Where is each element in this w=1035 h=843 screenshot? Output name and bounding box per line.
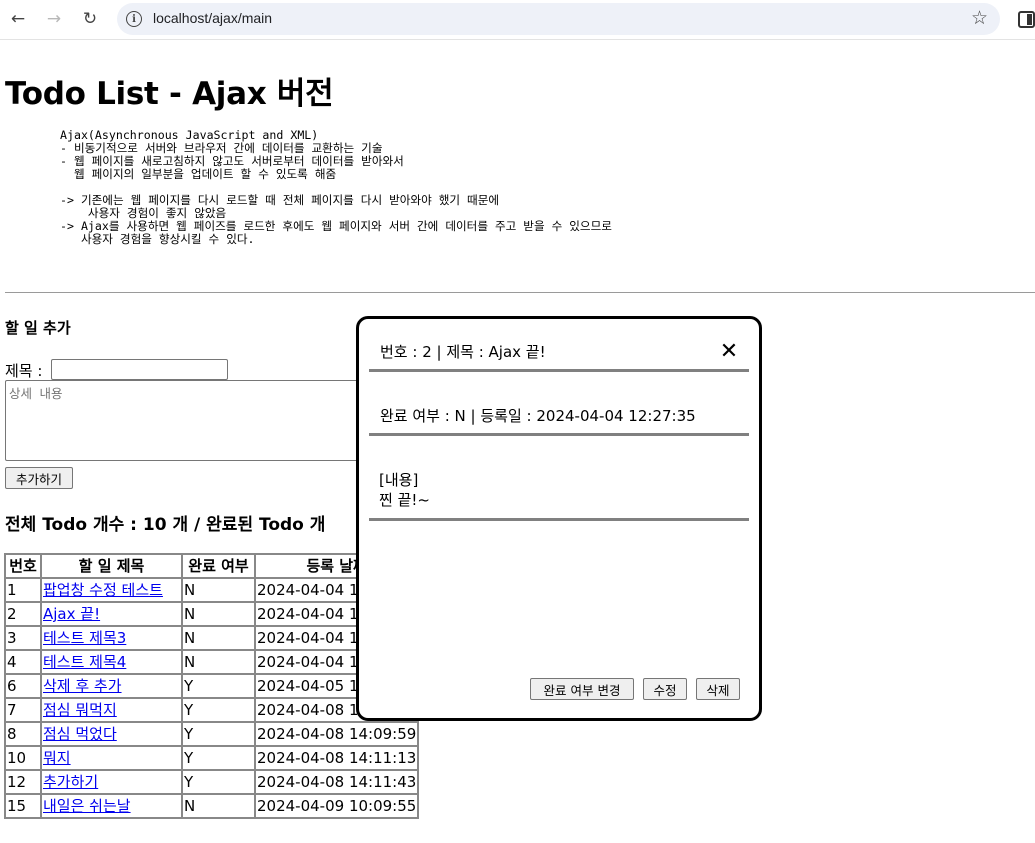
address-bar[interactable]: i localhost/ajax/main ☆ [117,3,1000,35]
add-todo-heading: 할 일 추가 [5,319,71,337]
add-todo-button[interactable]: 추가하기 [5,467,73,489]
todo-title-link[interactable]: 테스트 제목3 [43,629,126,647]
column-header-title: 할 일 제목 [41,554,182,578]
todo-title-link[interactable]: 점심 뭐먹지 [43,701,117,719]
cell-done: N [182,626,255,650]
todo-detail-popup: 번호 : 2 | 제목 : Ajax 끝! ✕ 완료 여부 : N | 등록일 … [356,316,762,721]
edit-button[interactable]: 수정 [643,678,687,700]
todo-count-summary: 전체 Todo 개수 : 10 개 / 완료된 Todo 개 [5,515,326,535]
cell-no: 2 [5,602,41,626]
todo-title-link[interactable]: 뭐지 [43,749,71,767]
todo-title-link[interactable]: 점심 먹었다 [43,725,117,743]
cell-no: 10 [5,746,41,770]
table-row: 10 뭐지 Y 2024-04-08 14:11:13 [5,746,419,770]
popup-content-text: 찐 끝!~ [379,491,430,509]
cell-no: 8 [5,722,41,746]
cell-title: 테스트 제목3 [41,626,182,650]
info-icon[interactable]: i [126,11,142,27]
table-row: 12 추가하기 Y 2024-04-08 14:11:43 [5,770,419,794]
divider [5,292,1035,293]
url-text[interactable]: localhost/ajax/main [153,10,272,26]
todo-title-link[interactable]: 내일은 쉬는날 [43,797,131,815]
cell-done: N [182,578,255,602]
todo-content-textarea[interactable] [5,380,361,461]
close-icon[interactable]: ✕ [717,339,741,364]
cell-no: 12 [5,770,41,794]
bookmark-star-icon[interactable]: ☆ [971,7,988,29]
delete-button[interactable]: 삭제 [696,678,740,700]
cell-title: 추가하기 [41,770,182,794]
todo-title-input[interactable] [51,359,228,380]
ajax-description: Ajax(Asynchronous JavaScript and XML) - … [60,128,612,246]
cell-no: 4 [5,650,41,674]
cell-done: Y [182,770,255,794]
todo-title-link[interactable]: 삭제 후 추가 [43,677,122,695]
cell-no: 6 [5,674,41,698]
cell-title: Ajax 끝! [41,602,182,626]
forward-arrow-icon[interactable]: → [41,6,67,32]
cell-date: 2024-04-08 14:09:59 [255,722,419,746]
column-header-no: 번호 [5,554,41,578]
cell-done: Y [182,674,255,698]
cell-no: 15 [5,794,41,818]
back-arrow-icon[interactable]: ← [5,6,31,32]
table-row: 15 내일은 쉬는날 N 2024-04-09 10:09:55 [5,794,419,818]
todo-title-link[interactable]: 테스트 제목4 [43,653,126,671]
cell-done: N [182,650,255,674]
browser-toolbar: ← → ↻ i localhost/ajax/main ☆ [0,0,1035,40]
page-title: Todo List - Ajax 버전 [5,76,334,112]
todo-title-link[interactable]: Ajax 끝! [43,605,100,623]
reload-icon[interactable]: ↻ [77,6,103,32]
title-label: 제목 : [5,362,43,380]
cell-no: 7 [5,698,41,722]
cell-title: 내일은 쉬는날 [41,794,182,818]
cell-done: N [182,602,255,626]
cell-done: Y [182,698,255,722]
cell-title: 점심 먹었다 [41,722,182,746]
cell-title: 뭐지 [41,746,182,770]
popup-divider [369,518,749,521]
column-header-done: 완료 여부 [182,554,255,578]
popup-meta-text: 완료 여부 : N | 등록일 : 2024-04-04 12:27:35 [380,407,696,425]
side-panel-icon[interactable] [1018,11,1035,28]
toggle-complete-button[interactable]: 완료 여부 변경 [530,678,634,700]
todo-title-link[interactable]: 추가하기 [43,773,98,791]
cell-no: 1 [5,578,41,602]
popup-divider [369,433,749,436]
cell-date: 2024-04-08 14:11:43 [255,770,419,794]
table-row: 8 점심 먹었다 Y 2024-04-08 14:09:59 [5,722,419,746]
cell-title: 팝업창 수정 테스트 [41,578,182,602]
cell-done: Y [182,722,255,746]
popup-content-label: [내용] [379,471,419,489]
cell-title: 점심 뭐먹지 [41,698,182,722]
cell-done: Y [182,746,255,770]
popup-header-text: 번호 : 2 | 제목 : Ajax 끝! [380,343,546,361]
cell-title: 테스트 제목4 [41,650,182,674]
cell-title: 삭제 후 추가 [41,674,182,698]
todo-title-link[interactable]: 팝업창 수정 테스트 [43,581,163,599]
popup-divider [369,369,749,372]
cell-no: 3 [5,626,41,650]
cell-done: N [182,794,255,818]
cell-date: 2024-04-09 10:09:55 [255,794,419,818]
cell-date: 2024-04-08 14:11:13 [255,746,419,770]
